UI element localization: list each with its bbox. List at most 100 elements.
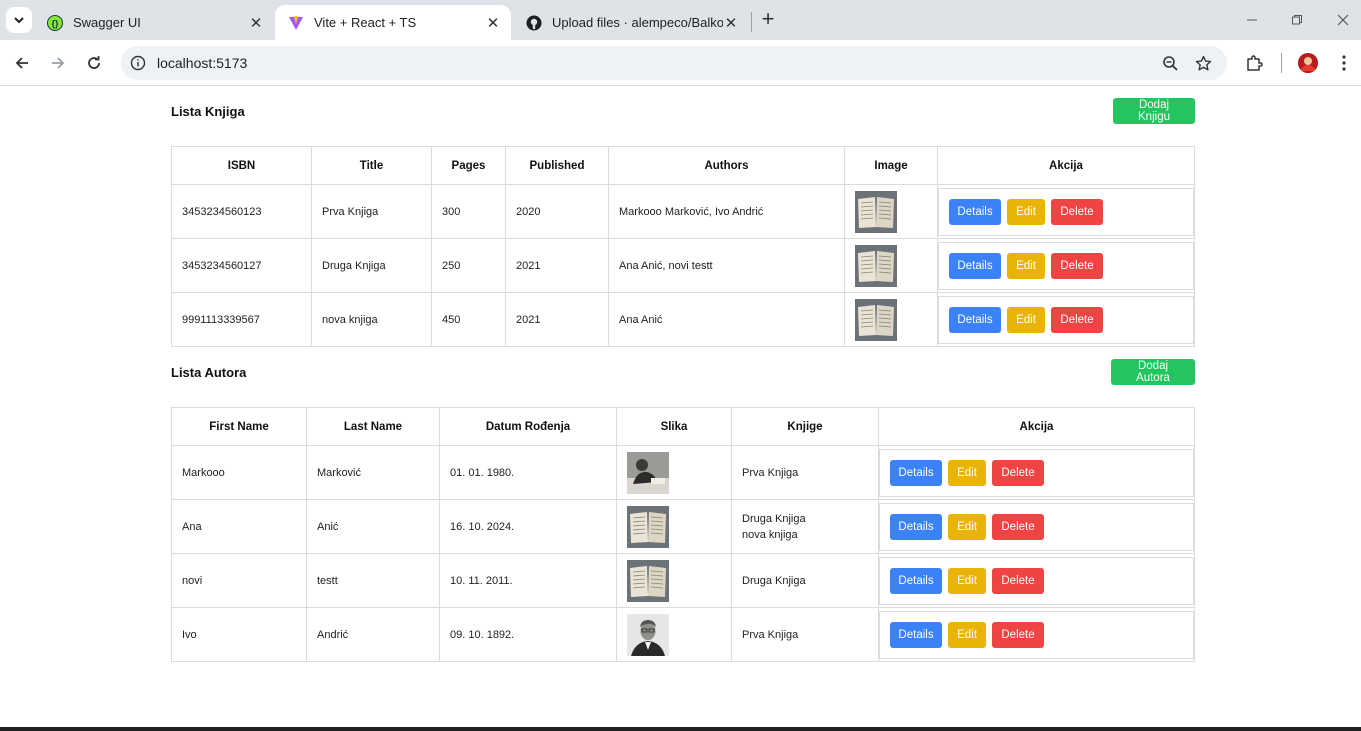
edit-button[interactable]: Edit bbox=[1007, 306, 1045, 333]
column-header: Knjige bbox=[731, 407, 879, 446]
chevron-down-icon bbox=[14, 17, 24, 24]
author-photo bbox=[627, 559, 669, 602]
column-header: Pages bbox=[431, 146, 506, 185]
edit-button[interactable]: Edit bbox=[1007, 252, 1045, 279]
vite-icon bbox=[288, 15, 304, 31]
details-button[interactable]: Details bbox=[949, 252, 1001, 279]
pages-cell: 300 bbox=[431, 184, 506, 239]
profile-avatar[interactable] bbox=[1298, 53, 1318, 73]
tab-swagger[interactable]: {} Swagger UI ✕ bbox=[34, 5, 274, 40]
details-button[interactable]: Details bbox=[890, 513, 942, 540]
delete-button[interactable]: Delete bbox=[992, 459, 1044, 486]
dob-cell: 10. 11. 2011. bbox=[439, 553, 617, 608]
details-button[interactable]: Details bbox=[949, 198, 1001, 225]
delete-button[interactable]: Delete bbox=[992, 513, 1044, 540]
books-table: ISBN Title Pages Published Authors Image… bbox=[171, 146, 1195, 347]
actions-cell: Details Edit Delete bbox=[878, 607, 1195, 662]
isbn-cell: 9991113339567 bbox=[171, 292, 312, 347]
tab-github[interactable]: Upload files · alempeco/Balkon ✕ bbox=[513, 5, 749, 40]
book-link: Prva Knjiga bbox=[742, 466, 799, 479]
arrow-right-icon bbox=[52, 57, 65, 69]
add-book-button[interactable]: Dodaj Knjigu bbox=[1113, 98, 1195, 124]
details-button[interactable]: Details bbox=[890, 567, 942, 594]
last-name-cell: Andrić bbox=[306, 607, 440, 662]
delete-button[interactable]: Delete bbox=[992, 567, 1044, 594]
column-header: Published bbox=[505, 146, 609, 185]
books-cell: Prva Knjiga bbox=[731, 607, 879, 662]
delete-button[interactable]: Delete bbox=[1051, 252, 1103, 279]
photo-cell bbox=[616, 499, 732, 554]
swagger-icon: {} bbox=[47, 14, 63, 31]
info-icon[interactable] bbox=[130, 55, 146, 71]
details-button[interactable]: Details bbox=[890, 459, 942, 486]
first-name-cell: Ana bbox=[171, 499, 307, 554]
table-header-row: First Name Last Name Datum Rođenja Slika… bbox=[171, 407, 1195, 446]
books-section-title: Lista Knjiga bbox=[171, 104, 245, 119]
close-window-button[interactable] bbox=[1333, 10, 1353, 30]
books-cell: Druga Knjiga nova knjiga bbox=[731, 499, 879, 554]
last-name-cell: testt bbox=[306, 553, 440, 608]
pages-cell: 450 bbox=[431, 292, 506, 347]
delete-button[interactable]: Delete bbox=[1051, 306, 1103, 333]
details-button[interactable]: Details bbox=[949, 306, 1001, 333]
star-icon[interactable] bbox=[1195, 55, 1212, 72]
delete-button[interactable]: Delete bbox=[1051, 198, 1103, 225]
table-row: Markooo Marković 01. 01. 1980. Prva Knji… bbox=[171, 445, 1195, 500]
actions-cell: Details Edit Delete bbox=[937, 292, 1195, 347]
delete-button[interactable]: Delete bbox=[992, 621, 1044, 648]
book-link: nova knjiga bbox=[742, 528, 798, 541]
tab-label: Upload files · alempeco/Balkon bbox=[552, 15, 723, 30]
close-icon[interactable]: ✕ bbox=[485, 15, 501, 32]
actions-cell: Details Edit Delete bbox=[937, 184, 1195, 239]
actions-cell: Details Edit Delete bbox=[878, 499, 1195, 554]
last-name-cell: Marković bbox=[306, 445, 440, 500]
first-name-cell: Markooo bbox=[171, 445, 307, 500]
edit-button[interactable]: Edit bbox=[948, 459, 986, 486]
actions-cell: Details Edit Delete bbox=[878, 553, 1195, 608]
close-icon[interactable]: ✕ bbox=[723, 15, 739, 32]
github-icon bbox=[526, 15, 542, 31]
column-header: Slika bbox=[616, 407, 732, 446]
table-row: 3453234560127 Druga Knjiga 250 2021 Ana … bbox=[171, 238, 1195, 293]
photo-cell bbox=[616, 445, 732, 500]
address-bar[interactable]: localhost:5173 bbox=[121, 46, 1227, 80]
add-author-button[interactable]: Dodaj Autora bbox=[1111, 359, 1195, 385]
menu-icon[interactable] bbox=[1334, 53, 1354, 73]
restore-button[interactable] bbox=[1287, 10, 1307, 30]
column-header: Akcija bbox=[937, 146, 1195, 185]
dob-cell: 01. 01. 1980. bbox=[439, 445, 617, 500]
reload-button[interactable] bbox=[83, 52, 105, 74]
edit-button[interactable]: Edit bbox=[948, 567, 986, 594]
first-name-cell: Ivo bbox=[171, 607, 307, 662]
tab-search-button[interactable] bbox=[6, 7, 32, 33]
author-photo bbox=[627, 613, 669, 656]
edit-button[interactable]: Edit bbox=[1007, 198, 1045, 225]
url-text: localhost:5173 bbox=[157, 55, 248, 71]
extensions-icon[interactable] bbox=[1244, 53, 1264, 73]
title-cell: Druga Knjiga bbox=[311, 238, 432, 293]
book-image bbox=[855, 244, 897, 287]
forward-button[interactable] bbox=[47, 52, 69, 74]
edit-button[interactable]: Edit bbox=[948, 513, 986, 540]
published-cell: 2021 bbox=[505, 292, 609, 347]
details-button[interactable]: Details bbox=[890, 621, 942, 648]
close-icon[interactable]: ✕ bbox=[248, 15, 264, 32]
authors-cell: Markooo Marković, Ivo Andrić bbox=[608, 184, 845, 239]
table-row: 3453234560123 Prva Knjiga 300 2020 Marko… bbox=[171, 184, 1195, 239]
svg-text:{}: {} bbox=[51, 18, 59, 28]
taskbar-edge bbox=[0, 727, 1361, 731]
dob-cell: 09. 10. 1892. bbox=[439, 607, 617, 662]
pages-cell: 250 bbox=[431, 238, 506, 293]
tab-vite[interactable]: Vite + React + TS ✕ bbox=[275, 5, 511, 40]
zoom-icon[interactable] bbox=[1162, 55, 1179, 72]
minimize-button[interactable] bbox=[1242, 10, 1262, 30]
image-cell bbox=[844, 238, 938, 293]
image-cell bbox=[844, 184, 938, 239]
new-tab-button[interactable]: + bbox=[757, 8, 779, 30]
back-button[interactable] bbox=[11, 52, 33, 74]
edit-button[interactable]: Edit bbox=[948, 621, 986, 648]
title-cell: nova knjiga bbox=[311, 292, 432, 347]
column-header: Image bbox=[844, 146, 938, 185]
published-cell: 2020 bbox=[505, 184, 609, 239]
authors-cell: Ana Anić, novi testt bbox=[608, 238, 845, 293]
